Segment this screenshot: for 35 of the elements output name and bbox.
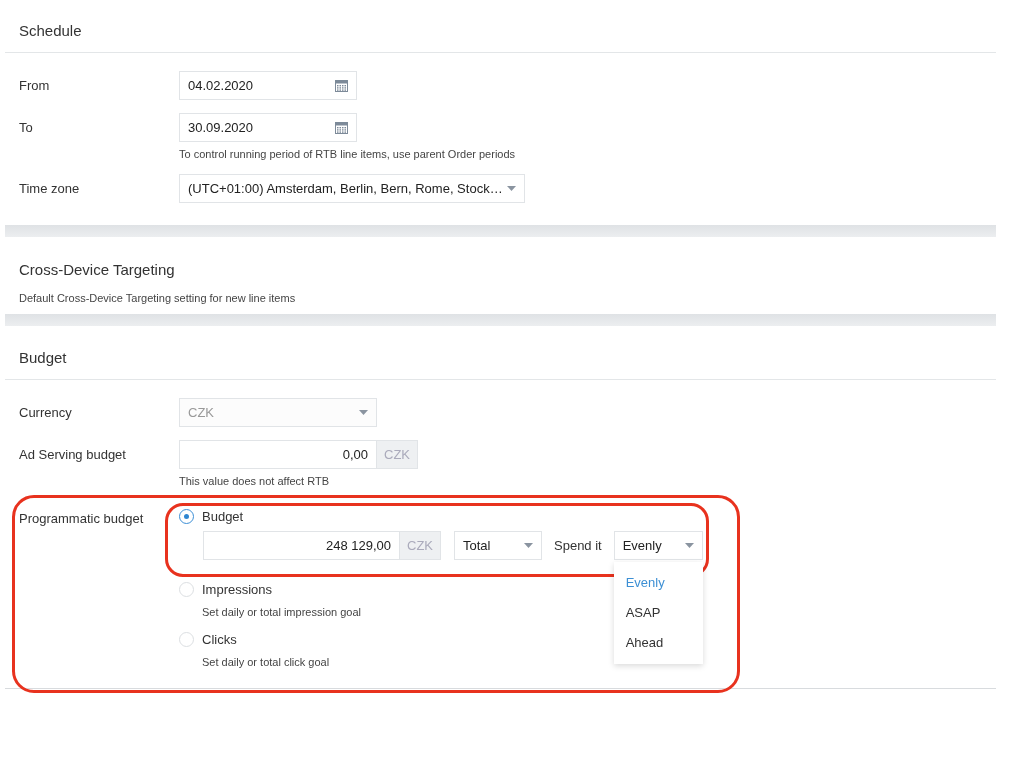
option-hint: Set daily or total impression goal xyxy=(202,606,361,618)
field-label: Programmatic budget xyxy=(19,510,145,528)
caret-icon xyxy=(359,410,368,415)
amount-field[interactable]: 0,00 xyxy=(179,440,377,469)
field-label: From xyxy=(19,77,51,95)
currency-unit: CZK xyxy=(377,440,418,469)
menu-item[interactable]: Ahead xyxy=(613,628,703,658)
timezone-select[interactable]: (UTC+01:00) Amsterdam, Berlin, Bern, Rome, Stock… xyxy=(179,174,525,203)
option-hint: Set daily or total click goal xyxy=(202,656,330,668)
field-hint: To control running period of RTB line items, use parent Order periods xyxy=(179,148,516,160)
field-label: To xyxy=(19,119,34,137)
caret-icon xyxy=(507,186,516,191)
radio-option[interactable]: Impressions xyxy=(179,582,273,597)
field-label: Spend it xyxy=(554,538,602,553)
spend-select[interactable]: Evenly xyxy=(613,531,703,560)
period-select[interactable]: Total xyxy=(454,531,542,560)
section-title: Schedule xyxy=(5,0,996,53)
section-description: Default Cross-Device Targeting setting for new line items xyxy=(19,292,296,304)
date-field[interactable]: 04.02.2020 xyxy=(179,71,357,100)
menu-item[interactable]: ASAP xyxy=(613,598,703,628)
field-label: Currency xyxy=(19,404,73,422)
amount-field[interactable]: 248 129,00 xyxy=(203,531,400,560)
radio-option[interactable]: Clicks xyxy=(179,632,237,647)
calendar-icon xyxy=(335,79,348,92)
caret-icon xyxy=(524,543,533,548)
section-title: Cross-Device Targeting xyxy=(18,260,176,278)
field-label: Ad Serving budget xyxy=(19,446,127,464)
currency-unit: CZK xyxy=(400,531,441,560)
field-label: Time zone xyxy=(19,180,81,198)
field-hint: This value does not affect RTB xyxy=(179,475,329,487)
section-title: Budget xyxy=(5,326,996,380)
calendar-icon xyxy=(335,121,348,134)
caret-icon xyxy=(684,543,694,548)
radio-option[interactable]: Budget xyxy=(179,509,244,524)
date-field[interactable]: 30.09.2020 xyxy=(179,113,357,142)
